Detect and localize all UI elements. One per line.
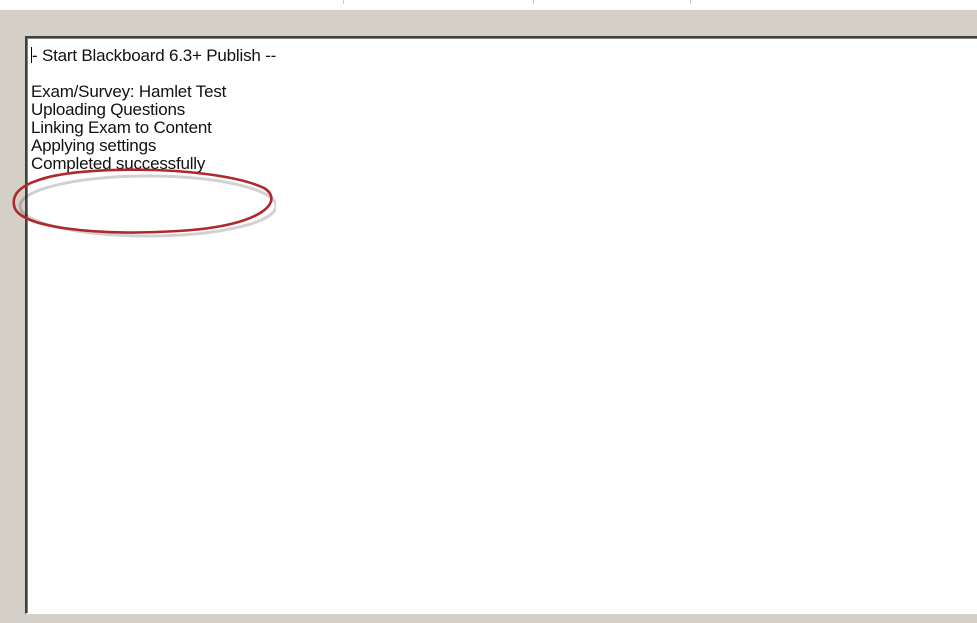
publish-log-text: - Start Blackboard 6.3+ Publish -- Exam/… (31, 47, 276, 173)
log-line-linking: Linking Exam to Content (31, 118, 212, 137)
log-line-uploading: Uploading Questions (31, 100, 186, 119)
window-top-edge (0, 0, 977, 10)
log-line-start: - Start Blackboard 6.3+ Publish -- (31, 47, 276, 65)
log-line-completed: Completed successfully (31, 154, 206, 173)
log-line-blank (31, 65, 276, 83)
log-line-exam: Exam/Survey: Hamlet Test (31, 82, 227, 101)
log-line-start-text: - Start Blackboard 6.3+ Publish -- (32, 46, 277, 65)
top-edge-tick (343, 0, 344, 4)
log-line-settings: Applying settings (31, 136, 157, 155)
top-edge-tick (533, 0, 534, 4)
top-edge-tick (690, 0, 691, 4)
publish-log-textbox[interactable]: - Start Blackboard 6.3+ Publish -- Exam/… (25, 36, 977, 614)
